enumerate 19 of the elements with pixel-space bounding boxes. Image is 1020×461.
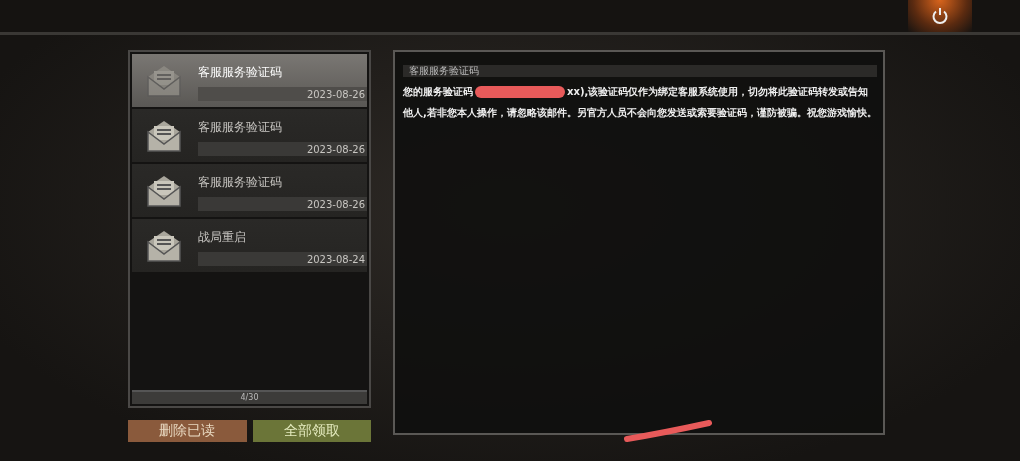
mail-count: 4/30 xyxy=(132,390,367,404)
action-button[interactable]: 删除已读 xyxy=(128,420,247,442)
mail-date: 2023-08-26 xyxy=(306,88,366,100)
mail-item[interactable]: 客服服务验证码 2023-08-26 xyxy=(132,164,367,219)
power-icon xyxy=(931,7,949,25)
mail-title: 客服服务验证码 xyxy=(198,64,283,81)
power-button[interactable] xyxy=(908,0,972,32)
mail-detail-title: 客服服务验证码 xyxy=(403,65,877,77)
mail-date: 2023-08-26 xyxy=(306,198,366,210)
mail-item[interactable]: 战局重启 2023-08-24 xyxy=(132,219,367,274)
mail-title: 战局重启 xyxy=(198,229,247,246)
mail-date: 2023-08-24 xyxy=(306,253,366,265)
mail-item[interactable]: 客服服务验证码 2023-08-26 xyxy=(132,109,367,164)
mail-date: 2023-08-26 xyxy=(306,143,366,155)
mail-body: 您的服务验证码 xx),该验证码仅作为绑定客服系统使用，切勿将此验证码转发或告知他人,若非您本人操作，请忽略该邮件。另官方人员不会向您发送或索要验证码，谨防被骗。祝您游戏愉快。 xyxy=(403,85,877,120)
mail-title: 客服服务验证码 xyxy=(198,174,283,191)
action-button[interactable]: 全部领取 xyxy=(252,420,371,442)
mail-item[interactable]: 客服服务验证码 2023-08-26 xyxy=(132,54,367,109)
mail-title: 客服服务验证码 xyxy=(198,119,283,136)
